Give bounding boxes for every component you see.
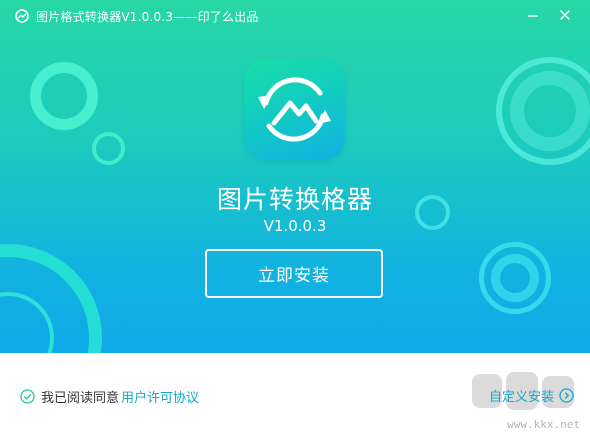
install-now-button[interactable]: 立即安装 xyxy=(205,249,383,298)
image-convert-icon xyxy=(258,77,331,142)
decor-ring xyxy=(30,62,98,130)
title-bar: 图片格式转换器V1.0.0.3——印了么出品 xyxy=(0,0,590,32)
app-refresh-icon xyxy=(15,9,29,23)
custom-install-label: 自定义安装 xyxy=(488,390,554,405)
minimize-icon xyxy=(528,15,538,17)
chevron-right-circle-icon xyxy=(559,388,574,403)
decor-ring xyxy=(92,132,125,165)
app-version: V1.0.0.3 xyxy=(263,217,327,235)
agreement-text: 我已阅读同意 xyxy=(41,391,120,406)
watermark-url: www.kkx.net xyxy=(507,418,580,431)
installer-window: 图片格式转换器V1.0.0.3——印了么出品 图片转换格器 V1.0.0.3 立… xyxy=(0,0,590,433)
custom-install-link[interactable]: 自定义安装 xyxy=(489,386,574,405)
hero-banner: 图片格式转换器V1.0.0.3——印了么出品 图片转换格器 V1.0.0.3 立… xyxy=(0,0,590,353)
close-icon xyxy=(560,10,570,20)
license-agreement-link[interactable]: 用户许可协议 xyxy=(121,387,199,406)
app-logo xyxy=(244,59,345,160)
window-title: 图片格式转换器V1.0.0.3——印了么出品 xyxy=(36,9,259,24)
minimize-button[interactable] xyxy=(520,4,546,26)
close-button[interactable] xyxy=(552,4,578,26)
app-name: 图片转换格器 xyxy=(216,185,373,214)
decor-ring xyxy=(510,71,590,151)
agreement-row: 我已阅读同意 用户许可协议 xyxy=(20,387,199,406)
footer: 我已阅读同意 用户许可协议 自定义安装 www.kkx.net xyxy=(0,353,590,433)
check-circle-icon[interactable] xyxy=(20,389,35,404)
decor-ring xyxy=(491,254,539,302)
